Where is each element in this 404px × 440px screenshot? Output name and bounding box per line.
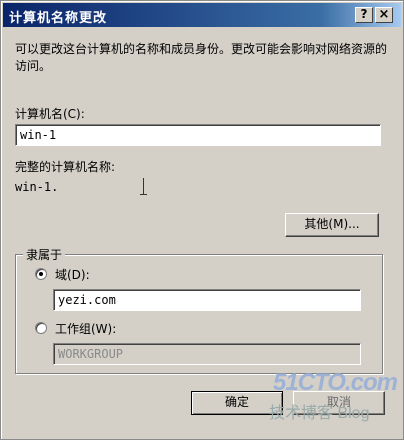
full-name-value: win-1. [15,180,59,194]
computer-name-label: 计算机名(C): [15,107,85,121]
computer-name-change-dialog: 计算机名称更改 ? × 可以更改这台计算机的名称和成员身份。更改可能会影响对网络… [0,0,404,440]
window-title: 计算机名称更改 [9,11,108,26]
ok-button[interactable]: 确定 [191,391,283,415]
text-cursor-icon [139,178,148,195]
workgroup-radio[interactable] [35,322,47,334]
workgroup-input[interactable]: WORKGROUP [53,343,361,365]
close-button[interactable]: × [375,7,393,23]
description-text: 可以更改这台计算机的名称和成员身份。更改可能会影响对网络资源的访问。 [15,42,388,73]
workgroup-label: 工作组(W): [55,322,117,336]
cancel-button[interactable]: 取消 [293,391,385,415]
domain-input[interactable]: yezi.com [53,289,361,311]
full-name-label: 完整的计算机名称: [15,160,116,174]
help-icon: ? [360,7,368,21]
title-bar[interactable]: 计算机名称更改 ? × [3,3,401,27]
help-button[interactable]: ? [355,7,373,23]
close-icon: × [378,7,390,22]
computer-name-input[interactable]: win-1 [15,124,381,146]
more-button[interactable]: 其他(M)... [285,213,379,237]
member-of-legend: 隶属于 [23,246,66,263]
domain-radio[interactable] [35,268,47,280]
domain-label: 域(D): [55,268,90,282]
